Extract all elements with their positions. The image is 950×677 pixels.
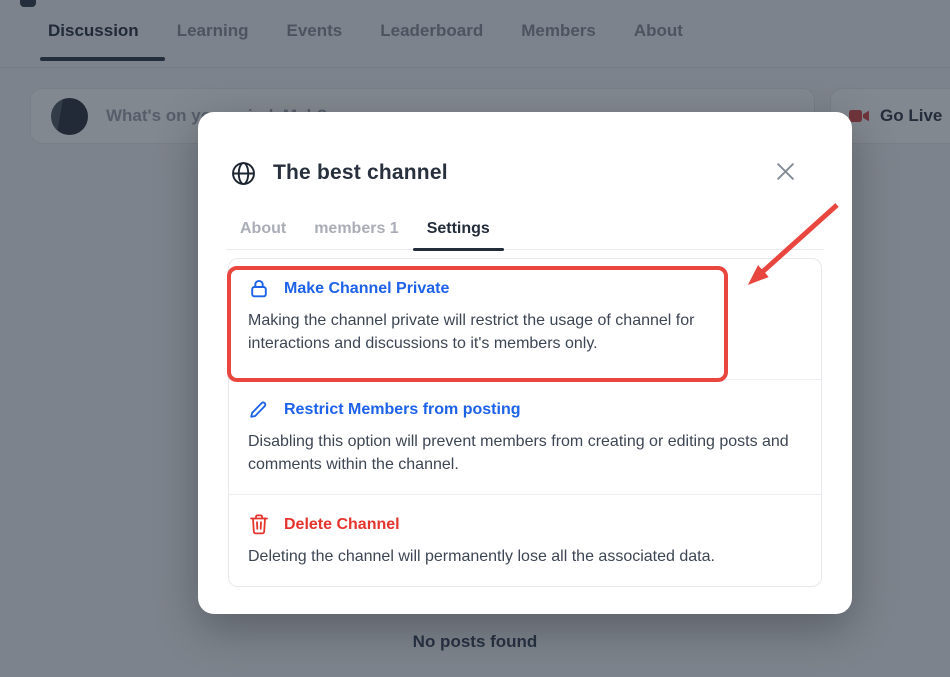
tab-about[interactable]: About bbox=[226, 212, 300, 249]
tab-members[interactable]: members 1 bbox=[300, 212, 413, 249]
pencil-icon bbox=[248, 399, 269, 420]
setting-description: Disabling this option will prevent membe… bbox=[248, 430, 807, 476]
globe-icon bbox=[230, 160, 257, 187]
restrict-members-action[interactable]: Restrict Members from posting bbox=[248, 399, 807, 420]
tab-settings[interactable]: Settings bbox=[413, 212, 504, 249]
channel-modal: The best channel About members 1 Setting… bbox=[198, 112, 852, 614]
modal-tabs: About members 1 Settings bbox=[226, 212, 824, 250]
screen: Discussion Learning Events Leaderboard M… bbox=[0, 0, 950, 677]
setting-restrict-members: Restrict Members from posting Disabling … bbox=[229, 380, 821, 495]
settings-panel: Make Channel Private Making the channel … bbox=[228, 258, 822, 587]
lock-icon bbox=[248, 278, 269, 299]
modal-header: The best channel bbox=[230, 158, 828, 188]
trash-icon bbox=[248, 514, 269, 535]
setting-title: Make Channel Private bbox=[284, 280, 449, 298]
setting-title: Restrict Members from posting bbox=[284, 401, 520, 419]
setting-delete-channel: Delete Channel Deleting the channel will… bbox=[229, 495, 821, 586]
make-channel-private-action[interactable]: Make Channel Private bbox=[248, 278, 807, 299]
setting-make-channel-private: Make Channel Private Making the channel … bbox=[229, 259, 821, 380]
close-icon[interactable] bbox=[772, 158, 798, 184]
setting-description: Making the channel private will restrict… bbox=[248, 309, 753, 355]
setting-description: Deleting the channel will permanently lo… bbox=[248, 545, 807, 568]
modal-title: The best channel bbox=[273, 161, 448, 185]
delete-channel-action[interactable]: Delete Channel bbox=[248, 514, 807, 535]
setting-title: Delete Channel bbox=[284, 516, 400, 534]
